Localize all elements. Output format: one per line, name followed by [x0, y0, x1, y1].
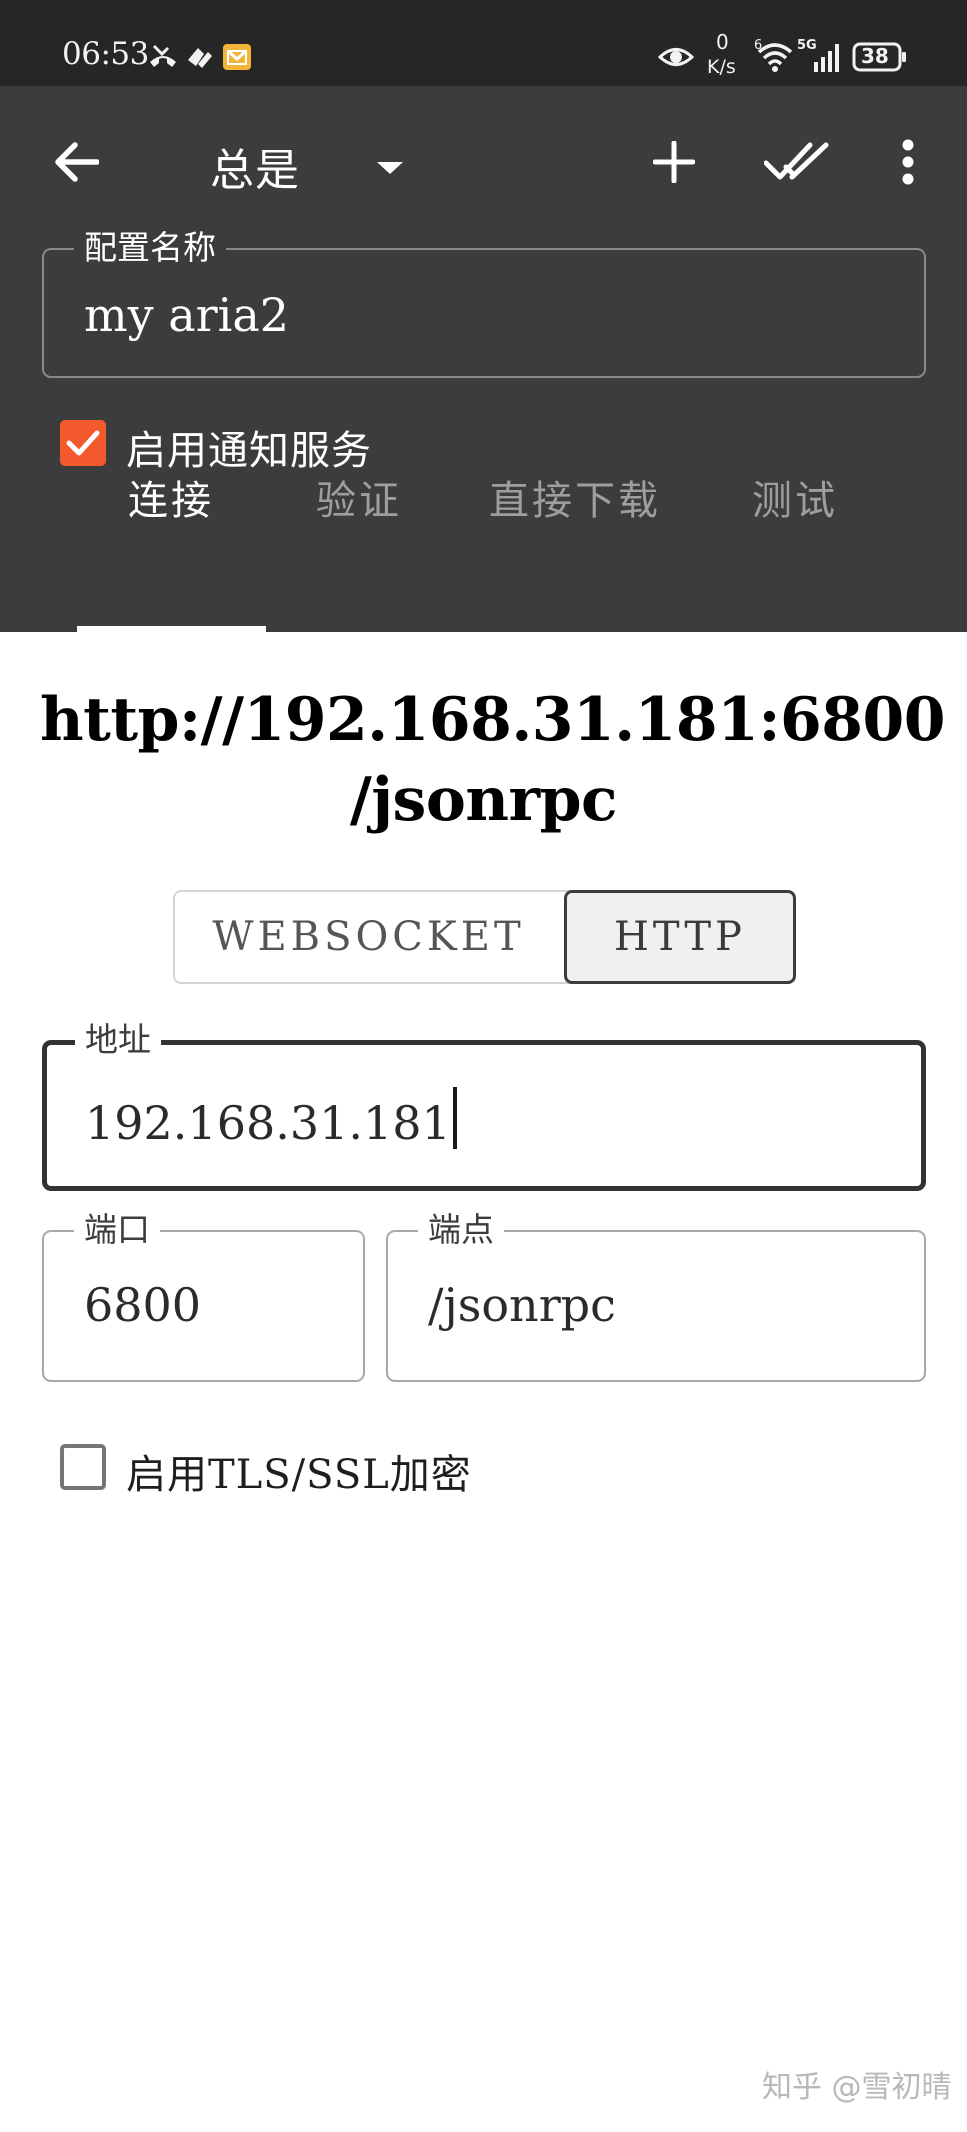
more-button[interactable]	[888, 130, 928, 194]
url-line-1: http://192.168.31.181:6800	[40, 685, 946, 755]
url-line-2: /jsonrpc	[349, 765, 618, 835]
filter-value: 总是	[210, 145, 300, 196]
transport-toggle-group: WEBSOCKET HTTP	[173, 890, 796, 984]
text-cursor	[452, 1087, 457, 1149]
endpoint-field[interactable]: 端点 /jsonrpc	[386, 1210, 926, 1382]
message-icon	[223, 44, 251, 70]
done-all-button[interactable]	[762, 130, 832, 194]
notification-checkbox[interactable]	[60, 420, 106, 466]
net-speed-value: 0	[716, 30, 729, 54]
endpoint-label: 端点	[418, 1210, 504, 1250]
status-bar: 06:53 0 K/s 6 5G 38	[0, 0, 967, 86]
watermark: 知乎 @雪初晴	[762, 2070, 952, 2105]
wifi-icon	[757, 43, 793, 72]
port-field[interactable]: 端口 6800	[42, 1210, 365, 1382]
url-preview: http://192.168.31.181:6800 /jsonrpc	[40, 680, 946, 840]
tab-connection[interactable]: 连接	[128, 468, 214, 526]
done-all-icon	[764, 142, 829, 180]
address-field[interactable]: 地址 192.168.31.181	[42, 1020, 926, 1191]
checkmark-icon	[66, 430, 100, 456]
app-header: 总是 配置名称 my aria2 启用通知服务 连接 验证 直接下载 测试	[0, 86, 967, 632]
filter-dropdown[interactable]: 总是	[210, 124, 410, 208]
websocket-toggle[interactable]: WEBSOCKET	[173, 890, 564, 984]
net-speed-unit: K/s	[707, 56, 736, 78]
back-arrow-icon	[55, 142, 99, 182]
tls-label: 启用TLS/SSL加密	[126, 1452, 472, 1498]
address-label: 地址	[75, 1020, 161, 1060]
add-button[interactable]	[642, 130, 706, 194]
status-time: 06:53	[62, 36, 149, 72]
port-value: 6800	[84, 1278, 202, 1332]
plus-icon	[653, 141, 695, 183]
profile-name-field[interactable]: 配置名称 my aria2	[42, 228, 926, 378]
tls-checkbox[interactable]	[60, 1444, 106, 1490]
address-value: 192.168.31.181	[85, 1087, 457, 1150]
profile-name-value: my aria2	[84, 288, 290, 342]
tab-auth[interactable]: 验证	[316, 468, 402, 526]
endpoint-value: /jsonrpc	[428, 1278, 616, 1332]
missed-call-icon	[150, 44, 176, 67]
tab-direct-download[interactable]: 直接下载	[489, 468, 661, 526]
port-label: 端口	[74, 1210, 160, 1250]
back-button[interactable]	[44, 130, 108, 194]
more-vert-icon	[902, 139, 914, 185]
http-toggle[interactable]: HTTP	[564, 890, 796, 984]
app-icon	[188, 48, 212, 68]
profile-name-label: 配置名称	[74, 228, 226, 268]
battery-level: 38	[861, 44, 889, 68]
chevron-down-icon	[377, 162, 403, 174]
tab-indicator	[77, 626, 266, 632]
eye-icon	[658, 48, 694, 66]
tab-test[interactable]: 测试	[752, 468, 838, 526]
signal-icon	[814, 44, 839, 72]
